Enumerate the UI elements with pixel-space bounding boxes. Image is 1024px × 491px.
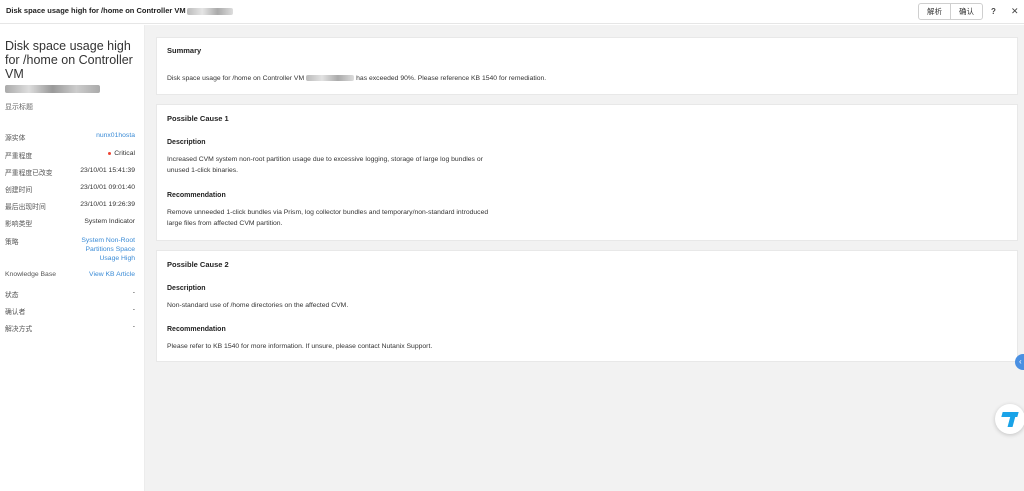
- detail-key: 创建时间: [5, 187, 33, 194]
- detail-key: 严重程度: [5, 153, 33, 160]
- detail-key: 策略: [5, 239, 19, 246]
- summary-text-before: Disk space usage for /home on Controller…: [167, 75, 305, 82]
- detail-value: 23/10/01 09:01:40: [80, 184, 135, 191]
- policy-link[interactable]: System Non-Root Partitions Space Usage H…: [65, 236, 135, 263]
- close-icon[interactable]: ✕: [1011, 6, 1019, 17]
- detail-value: System Indicator: [84, 218, 135, 225]
- alert-details-sidebar: Disk space usage high for /home on Contr…: [0, 25, 145, 491]
- redacted-vm-name: [186, 7, 233, 15]
- cause-2-heading: Possible Cause 2: [167, 260, 229, 269]
- detail-value: -: [132, 323, 135, 330]
- alert-title-text: Disk space usage high for /home on Contr…: [5, 39, 133, 81]
- kb-article-link[interactable]: View KB Article: [89, 271, 135, 278]
- detail-key: 状态: [5, 292, 19, 299]
- possible-cause-1-card: Possible Cause 1 Description Increased C…: [156, 104, 1018, 241]
- redacted-vm-name: [306, 75, 355, 82]
- detail-key: 解决方式: [5, 326, 33, 333]
- severity-text: Critical: [114, 150, 135, 157]
- severity-value: Critical: [108, 150, 135, 157]
- cause-1-description: Increased CVM system non-root partition …: [167, 156, 483, 174]
- cause-1-recommendation-heading: Recommendation: [167, 192, 226, 199]
- summary-heading: Summary: [167, 46, 202, 55]
- window-title: Disk space usage high for /home on Contr…: [6, 6, 233, 15]
- detail-key: 最后出现时间: [5, 204, 46, 211]
- possible-cause-2-card: Possible Cause 2 Description Non-standar…: [156, 250, 1018, 362]
- cause-1-heading: Possible Cause 1: [167, 114, 229, 123]
- confirm-button[interactable]: 确认: [950, 4, 982, 19]
- detail-value: -: [132, 306, 135, 313]
- cause-2-description-heading: Description: [167, 285, 206, 292]
- detail-value: 23/10/01 19:26:39: [80, 201, 135, 208]
- action-button-group: 解析 确认: [918, 3, 983, 20]
- detail-value: 23/10/01 15:41:39: [80, 167, 135, 174]
- show-title-label[interactable]: 显示标题: [5, 102, 33, 112]
- critical-dot-icon: [108, 151, 112, 155]
- summary-text: Disk space usage for /home on Controller…: [167, 73, 767, 84]
- side-expand-tab[interactable]: ‹: [1015, 354, 1024, 370]
- title-bar: Disk space usage high for /home on Contr…: [0, 0, 1024, 24]
- redacted-vm-name: [5, 85, 100, 93]
- summary-card: Summary Disk space usage for /home on Co…: [156, 37, 1018, 95]
- cause-2-recommendation-heading: Recommendation: [167, 326, 226, 333]
- detail-key: Knowledge Base: [5, 271, 57, 278]
- detail-value: -: [132, 289, 135, 296]
- help-icon[interactable]: ?: [991, 7, 996, 16]
- main-content: Summary Disk space usage for /home on Co…: [145, 25, 1024, 491]
- t-logo-stem: [1007, 416, 1016, 427]
- cause-2-recommendation: Please refer to KB 1540 for more informa…: [167, 343, 433, 350]
- assistant-launcher-icon[interactable]: [995, 404, 1024, 434]
- window-title-text: Disk space usage high for /home on Contr…: [6, 6, 186, 15]
- source-entity-link[interactable]: nunx01hosta: [96, 132, 135, 139]
- detail-key: 影响类型: [5, 221, 33, 228]
- summary-text-after: has exceeded 90%. Please reference KB 15…: [356, 75, 547, 82]
- detail-key: 严重程度已改变: [5, 170, 53, 177]
- analyze-button[interactable]: 解析: [919, 4, 950, 19]
- cause-1-recommendation: Remove unneeded 1-click bundles via Pris…: [167, 209, 489, 227]
- detail-key: 确认者: [5, 309, 26, 316]
- cause-2-description: Non-standard use of /home directories on…: [167, 302, 349, 309]
- alert-title: Disk space usage high for /home on Contr…: [5, 39, 140, 93]
- detail-key: 源实体: [5, 135, 26, 142]
- cause-1-description-heading: Description: [167, 139, 206, 146]
- chevron-left-icon: ‹: [1019, 357, 1022, 366]
